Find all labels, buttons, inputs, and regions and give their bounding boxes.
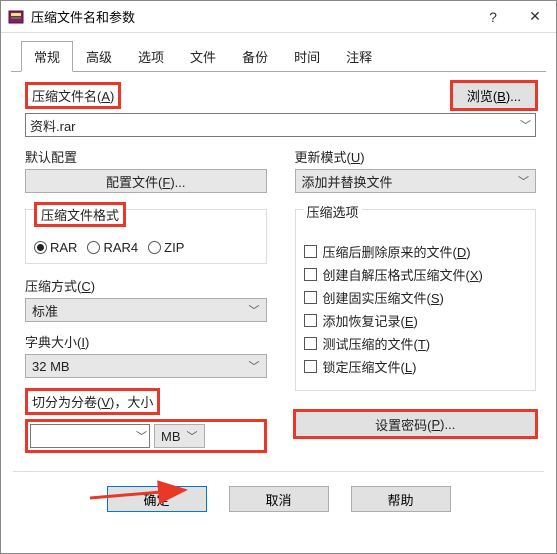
profiles-button[interactable]: 配置文件(F)... — [25, 169, 267, 193]
format-label: 压缩文件格式 — [34, 202, 126, 227]
method-combo[interactable]: 标准﹀ — [25, 298, 267, 322]
check-delete-after[interactable]: 压缩后删除原来的文件(D) — [304, 242, 528, 261]
tab-strip: 常规 高级 选项 文件 备份 时间 注释 — [1, 33, 556, 72]
check-lock[interactable]: 锁定压缩文件(L) — [304, 357, 528, 376]
radio-rar4[interactable]: RAR4 — [87, 240, 138, 255]
chevron-down-icon[interactable]: ﹀ — [136, 428, 147, 444]
close-button[interactable]: ✕ — [514, 2, 556, 32]
radio-zip[interactable]: ZIP — [148, 240, 184, 255]
window-title: 压缩文件名和参数 — [31, 7, 472, 26]
arrow-annotation — [85, 480, 195, 508]
chevron-down-icon[interactable]: ﹀ — [249, 302, 260, 318]
tab-advanced[interactable]: 高级 — [73, 41, 125, 72]
split-size-input[interactable]: ﹀ — [30, 424, 150, 448]
check-solid[interactable]: 创建固实压缩文件(S) — [304, 288, 528, 307]
tab-general[interactable]: 常规 — [21, 41, 73, 72]
dialog-window: 压缩文件名和参数 ? ✕ 常规 高级 选项 文件 备份 时间 注释 压缩文件名(… — [0, 0, 557, 554]
tab-options[interactable]: 选项 — [125, 41, 177, 72]
help-button[interactable]: ? — [472, 2, 514, 32]
check-test[interactable]: 测试压缩的文件(T) — [304, 334, 528, 353]
cancel-button[interactable]: 取消 — [229, 486, 329, 512]
app-icon — [7, 8, 25, 26]
method-label: 压缩方式(C) — [25, 276, 267, 295]
options-group: 压缩选项 压缩后删除原来的文件(D) 创建自解压格式压缩文件(X) 创建固实压缩… — [295, 209, 537, 391]
check-sfx[interactable]: 创建自解压格式压缩文件(X) — [304, 265, 528, 284]
tab-files[interactable]: 文件 — [177, 41, 229, 72]
update-mode-label: 更新模式(U) — [295, 147, 537, 166]
tab-content: 压缩文件名(A) 浏览(B)... 资料.rar ﹀ 默认配置 配置文件(F).… — [1, 72, 556, 453]
tab-comment[interactable]: 注释 — [333, 41, 385, 72]
archive-name-label: 压缩文件名(A) — [25, 82, 121, 109]
update-mode-combo[interactable]: 添加并替换文件﹀ — [295, 169, 537, 193]
archive-name-input[interactable]: 资料.rar ﹀ — [25, 113, 536, 137]
tab-backup[interactable]: 备份 — [229, 41, 281, 72]
split-unit-combo[interactable]: MB﹀ — [154, 424, 205, 448]
titlebar: 压缩文件名和参数 ? ✕ — [1, 1, 556, 33]
chevron-down-icon[interactable]: ﹀ — [187, 428, 198, 444]
radio-rar[interactable]: RAR — [34, 240, 77, 255]
tab-time[interactable]: 时间 — [281, 41, 333, 72]
browse-button[interactable]: 浏览(B)... — [452, 82, 536, 109]
default-profile-label: 默认配置 — [25, 147, 267, 166]
check-recovery[interactable]: 添加恢复记录(E) — [304, 311, 528, 330]
chevron-down-icon[interactable]: ﹀ — [520, 117, 531, 133]
set-password-button[interactable]: 设置密码(P)... — [295, 411, 537, 437]
chevron-down-icon[interactable]: ﹀ — [518, 173, 529, 189]
dict-combo[interactable]: 32 MB﹀ — [25, 354, 267, 378]
options-label: 压缩选项 — [304, 202, 362, 221]
dialog-footer: 确定 取消 帮助 — [13, 471, 544, 512]
format-group: 压缩文件格式 RAR RAR4 ZIP — [25, 209, 267, 264]
dict-label: 字典大小(I) — [25, 332, 267, 351]
split-label: 切分为分卷(V)，大小 — [25, 388, 160, 415]
help-footer-button[interactable]: 帮助 — [351, 486, 451, 512]
split-controls: ﹀ MB﹀ — [25, 419, 267, 453]
chevron-down-icon[interactable]: ﹀ — [249, 358, 260, 374]
